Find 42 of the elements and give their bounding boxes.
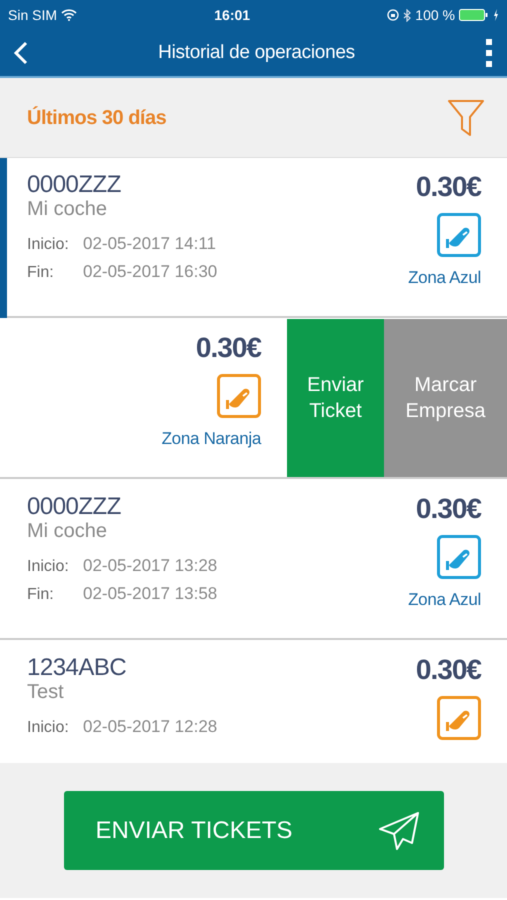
date-value: 02-05-2017 13:28 [83, 556, 218, 576]
date-label: Inicio: [27, 235, 70, 256]
zone-label: Zona Azul [408, 266, 481, 289]
price-label: 0.30€ [196, 333, 261, 364]
back-icon [14, 40, 28, 65]
more-icon [485, 38, 493, 68]
send-ticket-button[interactable]: Enviar Ticket [287, 319, 384, 477]
vehicle-name: Mi coche [27, 520, 108, 542]
bluetooth-icon [403, 8, 412, 22]
zone-label: Zona Azul [408, 588, 481, 611]
date-value: 02-05-2017 12:28 [83, 717, 218, 736]
battery-icon [459, 9, 489, 21]
price-label: 0.30€ [416, 172, 481, 203]
paper-plane-icon [378, 810, 420, 850]
date-label: Inicio: [27, 557, 70, 578]
more-button[interactable] [485, 38, 493, 68]
zone-label: Zona Naranja [162, 428, 261, 450]
plate-label: 0000ZZZ [27, 172, 122, 198]
date-label: Fin: [27, 585, 55, 606]
date-label: Fin: [27, 263, 55, 284]
battery-label: 100 % [415, 6, 455, 24]
vehicle-name: Test [27, 681, 65, 704]
date-label: Inicio: [27, 718, 70, 738]
charging-icon [493, 9, 499, 21]
period-label: Últimos 30 días [27, 105, 166, 130]
wifi-icon [61, 9, 78, 21]
date-value: 02-05-2017 13:58 [83, 584, 218, 604]
price-label: 0.30€ [416, 655, 481, 686]
carrier-label: Sin SIM [8, 6, 58, 24]
plate-label: 1234ABC [27, 655, 128, 682]
price-label: 0.30€ [416, 494, 481, 525]
screen-title: Historial de operaciones [157, 40, 356, 65]
orientation-lock-icon [387, 9, 400, 21]
back-button[interactable] [14, 40, 28, 66]
date-value: 02-05-2017 14:11 [83, 234, 216, 254]
time-label: 16:01 [213, 6, 252, 24]
send-tickets-button[interactable]: ENVIAR TICKETS [64, 791, 444, 870]
mark-company-button[interactable]: Marcar Empresa [384, 319, 507, 477]
vehicle-name: Mi coche [27, 198, 108, 220]
plate-label: 0000ZZZ [27, 494, 122, 520]
filter-icon [447, 98, 485, 136]
date-value: 02-05-2017 16:30 [83, 262, 218, 282]
